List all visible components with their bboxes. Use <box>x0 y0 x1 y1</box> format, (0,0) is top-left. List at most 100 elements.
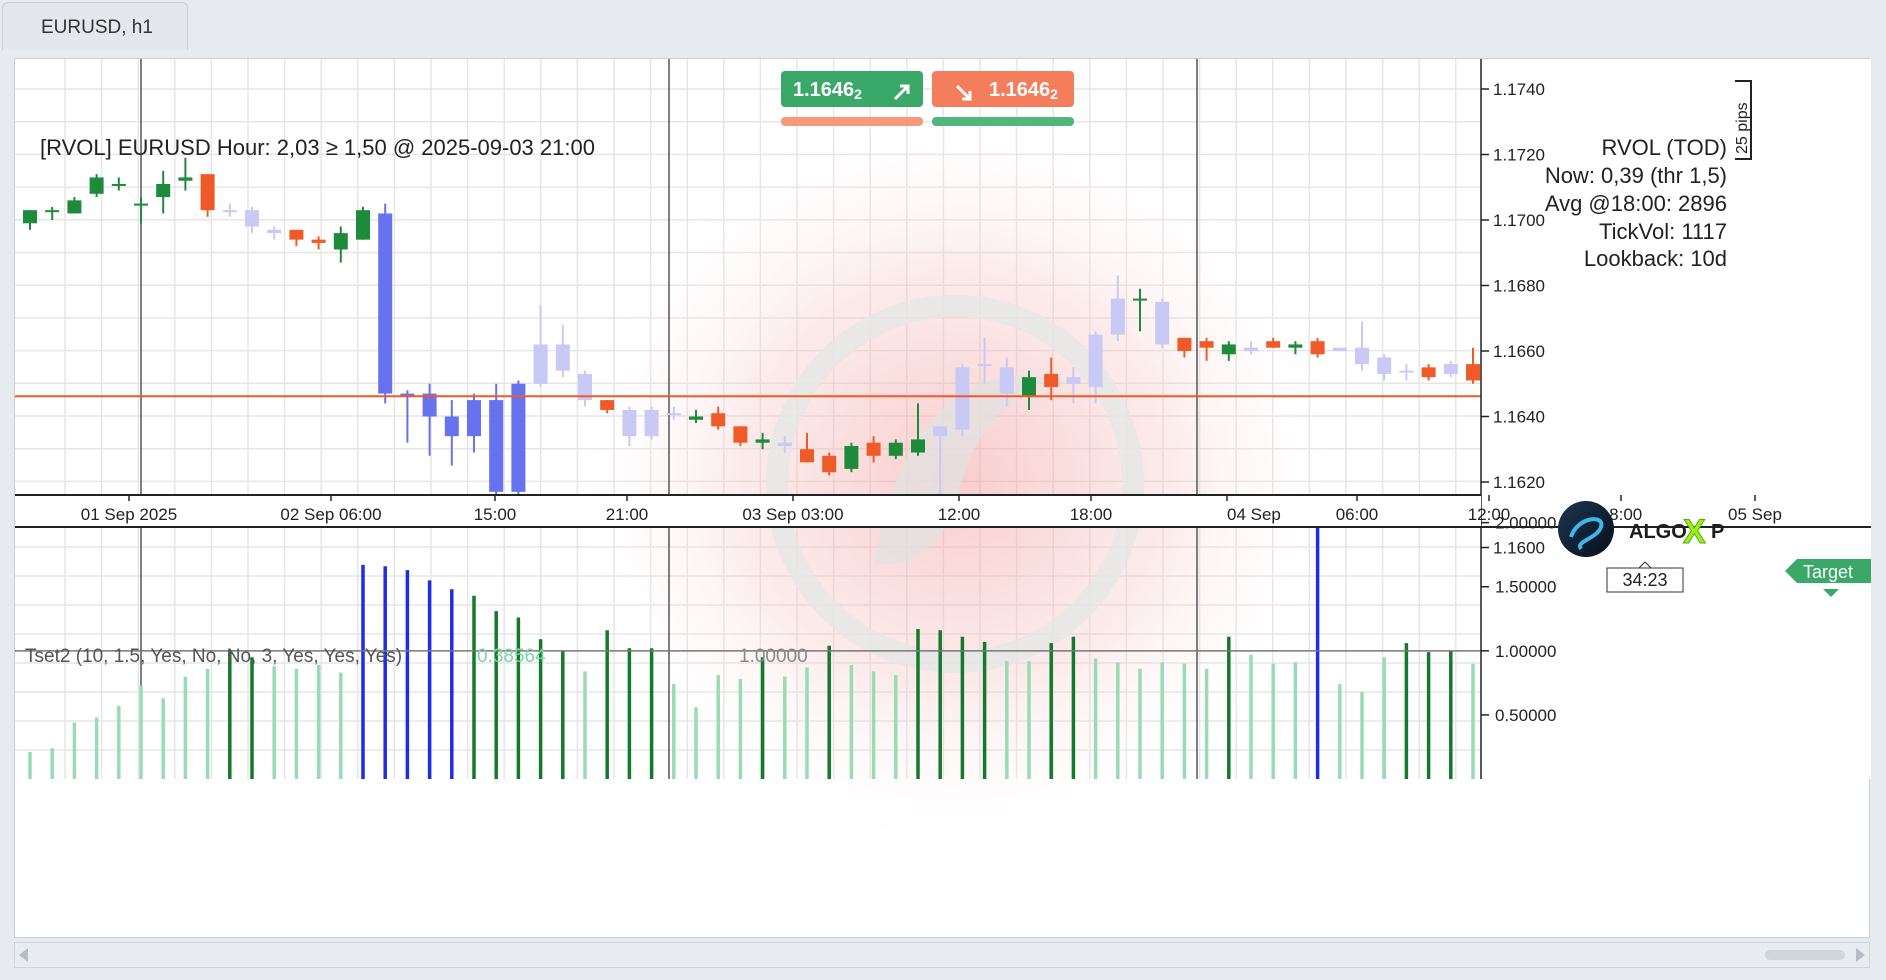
candle-body <box>711 413 726 427</box>
rvol-avg: Avg @18:00: 2896 <box>1545 191 1727 216</box>
candle-body <box>600 400 615 410</box>
price-tick-label: 1.1680 <box>1493 277 1545 296</box>
chart-panel[interactable]: 1.16462 1.1740 1.1720 1.1700 1.1680 1.1660 1.… <box>14 58 1871 939</box>
time-tick-label: 06:00 <box>1336 505 1379 524</box>
candle-body <box>1110 298 1125 335</box>
chart-window: EURUSD, h1 1.1740 1.1720 1.1700 1.1680 1… <box>0 0 1886 980</box>
candle-body <box>45 210 60 213</box>
algoxp-emblem-icon <box>1558 501 1614 557</box>
candle-body <box>111 183 126 186</box>
candle-body <box>1310 341 1325 355</box>
algoxp-x: X <box>1683 513 1706 551</box>
candle-body <box>1066 377 1081 384</box>
buy-price-label: 1.16462 <box>793 79 862 102</box>
price-tick-label: 1.1640 <box>1493 408 1545 427</box>
candle-body <box>1266 341 1281 348</box>
candle-body <box>67 200 82 214</box>
chart-tab[interactable]: EURUSD, h1 <box>2 2 188 50</box>
time-tick-label: 15:00 <box>474 505 517 524</box>
buy-spread-bar <box>781 117 923 126</box>
candle-body <box>1199 341 1214 348</box>
candle-body <box>1421 367 1436 378</box>
candle-body <box>1221 344 1236 355</box>
candle-body <box>1244 347 1258 351</box>
candle-body <box>89 177 104 194</box>
candle-body <box>156 183 171 198</box>
chart-tab-title: EURUSD, h1 <box>41 17 153 38</box>
sub-indicator-value: 0.38564 <box>477 646 546 667</box>
horizontal-scrollbar[interactable] <box>14 942 1870 968</box>
time-tick-label: 18:00 <box>1070 505 1113 524</box>
time-tick-label: 01 Sep 2025 <box>81 505 177 524</box>
candle-body <box>1355 347 1369 365</box>
candle-body <box>289 229 304 240</box>
candle-body <box>977 364 992 367</box>
candle-body <box>933 426 948 437</box>
target-label: Target <box>1803 562 1853 582</box>
candle-body <box>467 400 481 437</box>
time-tick-label: 05 Sep <box>1728 505 1782 524</box>
candle-body <box>999 367 1014 394</box>
price-tick-label: 1.1740 <box>1493 80 1545 99</box>
pips-ruler-label: 25 pips <box>1734 102 1751 154</box>
countdown-label: 34:23 <box>1622 570 1667 590</box>
rvol-now: Now: 0,39 (thr 1,5) <box>1545 163 1727 188</box>
algoxp-p: P <box>1711 521 1724 543</box>
candle-body <box>1332 347 1347 351</box>
candle-body <box>1133 298 1147 301</box>
sub-indicator-label: Tset2 (10, 1.5, Yes, No, No, 3, Yes, Yes… <box>25 646 402 667</box>
price-tick-label: 1.1720 <box>1493 146 1545 165</box>
candle-body <box>689 416 703 420</box>
rvol-lookback: Lookback: 10d <box>1584 246 1727 271</box>
scroll-right-icon[interactable] <box>1856 948 1865 962</box>
sell-button[interactable]: 1.16462 <box>932 71 1074 126</box>
candle-body <box>178 177 193 181</box>
indicator-title: [RVOL] EURUSD Hour: 2,03 ≥ 1,50 @ 2025-0… <box>40 135 595 160</box>
candle-body <box>1044 373 1059 388</box>
candle-body <box>955 367 970 430</box>
volume-tick-label: 1.50000 <box>1495 578 1556 597</box>
candle-body <box>311 239 326 243</box>
rvol-tickvol: TickVol: 1117 <box>1599 219 1727 244</box>
rvol-title: RVOL (TOD) <box>1601 135 1727 160</box>
candle-body <box>1177 337 1192 351</box>
candle-body <box>777 442 792 446</box>
candle-body <box>1088 334 1103 388</box>
buy-button[interactable]: 1.16462 <box>781 71 923 126</box>
sub-indicator-level: 1.00000 <box>739 646 808 667</box>
candle-body <box>378 213 393 394</box>
candle-body <box>1399 370 1414 373</box>
sell-spread-bar <box>932 117 1074 126</box>
time-tick-label: 21:00 <box>606 505 649 524</box>
time-tick-label: 04 Sep <box>1227 505 1281 524</box>
price-chart[interactable]: 1.16462 1.1740 1.1720 1.1700 1.1680 1.1660 1.… <box>15 59 1871 939</box>
candle-body <box>533 344 548 384</box>
candle-body <box>245 210 259 227</box>
sell-price-label: 1.16462 <box>989 79 1058 102</box>
candle-body <box>800 449 814 463</box>
time-tick-label: 03 Sep 03:00 <box>742 505 843 524</box>
candle-body <box>1288 344 1303 348</box>
candle-body <box>511 383 526 492</box>
candle-body <box>622 409 637 437</box>
candle-body <box>733 426 748 443</box>
candle-body <box>1022 377 1036 397</box>
candle-body <box>1443 364 1458 374</box>
candle-body <box>911 439 925 453</box>
candle-body <box>444 416 459 437</box>
candle-body <box>1466 364 1480 381</box>
candle-body <box>644 409 659 437</box>
candle-body <box>200 174 215 211</box>
scrollbar-thumb[interactable] <box>1765 950 1845 960</box>
time-tick-label: 02 Sep 06:00 <box>280 505 381 524</box>
scroll-left-icon[interactable] <box>19 948 28 962</box>
candle-body <box>333 233 348 250</box>
candle-body <box>489 400 504 492</box>
volume-tick-label: 0.50000 <box>1495 706 1556 725</box>
candle-body <box>23 210 37 224</box>
candle-body <box>866 442 881 456</box>
candle-body <box>267 229 282 234</box>
price-tick-label: 1.1700 <box>1493 211 1545 230</box>
price-tick-label: 1.1660 <box>1493 342 1545 361</box>
candle-body <box>822 455 837 473</box>
